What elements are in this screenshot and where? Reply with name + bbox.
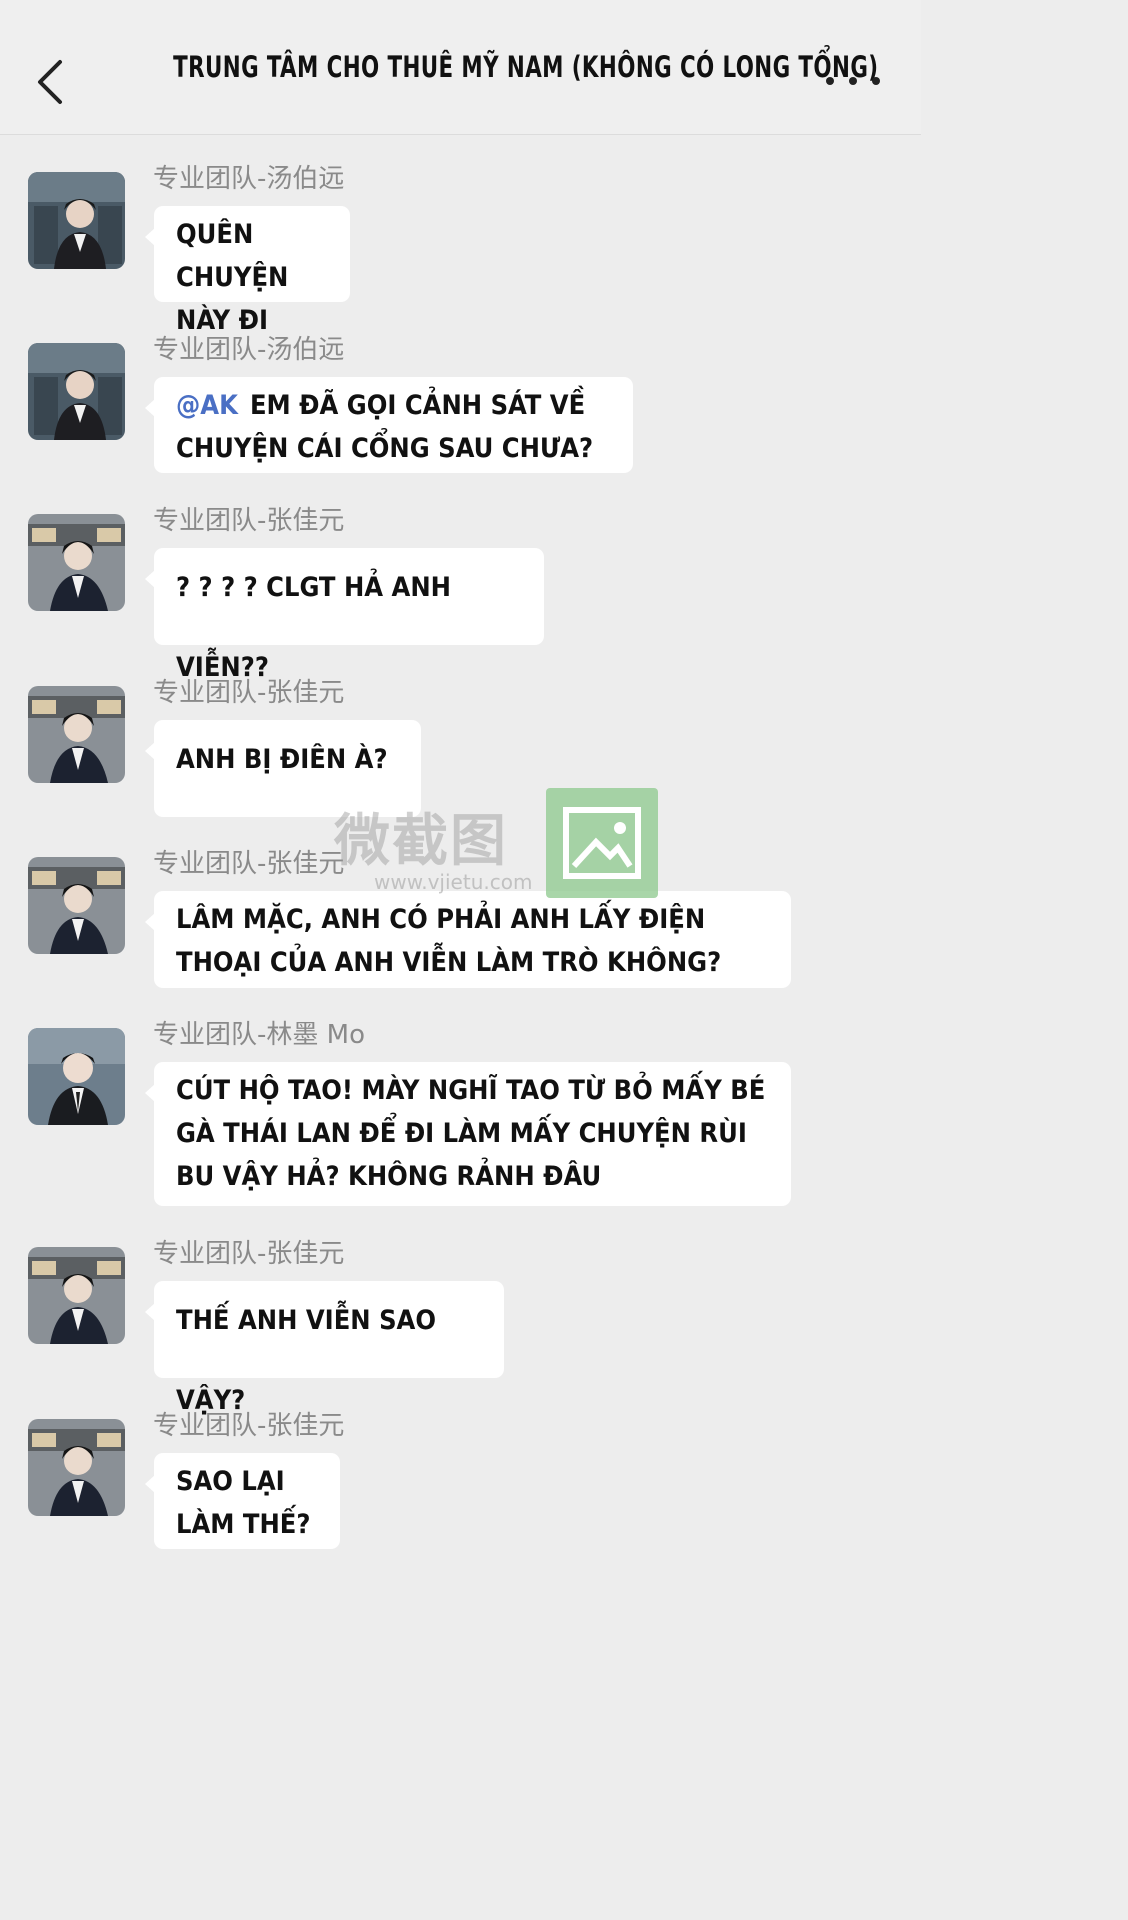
more-dots-icon[interactable] <box>826 66 880 96</box>
sender-name: 专业团队-张佳元 <box>153 1239 345 1269</box>
sender-name: 专业团队-张佳元 <box>153 506 345 536</box>
avatar[interactable] <box>28 1028 125 1125</box>
chevron-left-icon[interactable] <box>34 58 64 106</box>
message-bubble[interactable]: @AK EM ĐÃ GỌI CẢNH SÁT VỀ CHUYỆN CÁI CỔNG… <box>145 377 633 473</box>
avatar[interactable] <box>28 172 125 269</box>
message-text: SAO LẠI LÀM THẾ? <box>176 1466 311 1540</box>
avatar[interactable] <box>28 686 125 783</box>
message-text: ANH BỊ ĐIÊN À? <box>176 744 388 775</box>
message-bubble[interactable]: ANH BỊ ĐIÊN À? <box>145 720 421 817</box>
message-bubble[interactable]: SAO LẠI LÀM THẾ? <box>145 1453 340 1549</box>
chat-header: TRUNG TÂM CHO THUÊ MỸ NAM (KHÔNG CÓ LONG… <box>0 0 921 135</box>
chat-title: TRUNG TÂM CHO THUÊ MỸ NAM (KHÔNG CÓ LONG… <box>173 50 879 84</box>
mention-link[interactable]: @AK <box>176 390 238 421</box>
avatar[interactable] <box>28 1419 125 1516</box>
sender-name: 专业团队-张佳元 <box>153 1411 345 1441</box>
message-text: LÂM MẶC, ANH CÓ PHẢI ANH LẤY ĐIỆN THOẠI … <box>176 904 722 978</box>
message-bubble[interactable]: LÂM MẶC, ANH CÓ PHẢI ANH LẤY ĐIỆN THOẠI … <box>145 891 791 988</box>
watermark-image-icon <box>546 788 658 898</box>
sender-name: 专业团队-林墨 Mo <box>153 1020 365 1050</box>
avatar[interactable] <box>28 343 125 440</box>
avatar[interactable] <box>28 1247 125 1344</box>
avatar[interactable] <box>28 514 125 611</box>
message-text: QUÊN CHUYỆN NÀY ĐI <box>176 219 289 336</box>
message-text: THẾ ANH VIỄN SAO VẬY? <box>176 1305 437 1416</box>
avatar[interactable] <box>28 857 125 954</box>
sender-name: 专业团队-汤伯远 <box>153 335 345 365</box>
message-text: CÚT HỘ TAO! MÀY NGHĨ TAO TỪ BỎ MẤY BÉ GÀ… <box>176 1075 766 1192</box>
sender-name: 专业团队-汤伯远 <box>153 164 345 194</box>
sender-name: 专业团队-张佳元 <box>153 849 345 879</box>
message-bubble[interactable]: THẾ ANH VIỄN SAO VẬY? <box>145 1281 504 1416</box>
message-bubble[interactable]: QUÊN CHUYỆN NÀY ĐI <box>145 206 350 336</box>
message-text: EM ĐÃ GỌI CẢNH SÁT VỀ CHUYỆN CÁI CỔNG SA… <box>176 390 594 464</box>
message-bubble[interactable]: ? ? ? ? CLGT HẢ ANH VIỄN?? <box>145 548 544 683</box>
message-text: ? ? ? ? CLGT HẢ ANH VIỄN?? <box>176 572 451 683</box>
sender-name: 专业团队-张佳元 <box>153 678 345 708</box>
message-bubble[interactable]: CÚT HỘ TAO! MÀY NGHĨ TAO TỪ BỎ MẤY BÉ GÀ… <box>145 1062 791 1206</box>
